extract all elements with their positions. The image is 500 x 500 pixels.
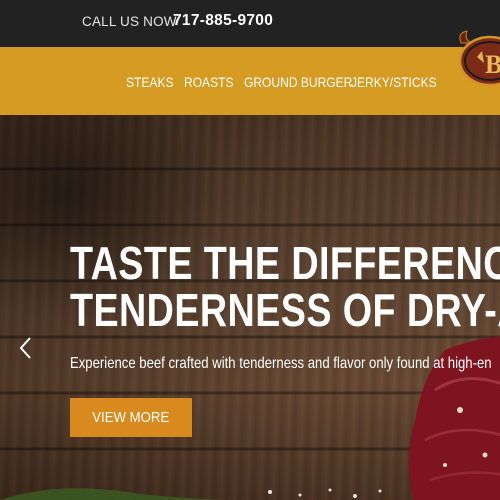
hero-slider: TASTE THE DIFFERENCE A TENDERNESS OF DRY… bbox=[0, 115, 500, 500]
nav-item-roasts[interactable]: ROASTS bbox=[184, 74, 234, 90]
view-more-button[interactable]: VIEW MORE bbox=[70, 398, 192, 437]
nav-item-ground-burger[interactable]: GROUND BURGER bbox=[244, 74, 352, 90]
view-more-label: VIEW MORE bbox=[92, 409, 170, 426]
top-bar: CALL US NOW 717-885-9700 bbox=[0, 0, 500, 47]
main-navigation: STEAKS ROASTS GROUND BURGER JERKY/STICKS bbox=[0, 47, 500, 115]
bull-head-logo[interactable]: B bbox=[455, 29, 500, 89]
hero-headline-line1: TASTE THE DIFFERENCE A bbox=[70, 237, 500, 289]
hero-headline-line2: TENDERNESS OF DRY-AGI bbox=[70, 284, 500, 336]
svg-text:B: B bbox=[485, 50, 500, 79]
nav-item-jerky-sticks[interactable]: JERKY/STICKS bbox=[351, 74, 437, 90]
phone-number-link[interactable]: 717-885-9700 bbox=[173, 12, 273, 30]
nav-item-steaks[interactable]: STEAKS bbox=[126, 74, 174, 90]
hero-subtext: Experience beef crafted with tenderness … bbox=[70, 355, 492, 372]
call-us-label: CALL US NOW bbox=[82, 14, 177, 29]
chevron-left-icon[interactable] bbox=[16, 336, 36, 360]
